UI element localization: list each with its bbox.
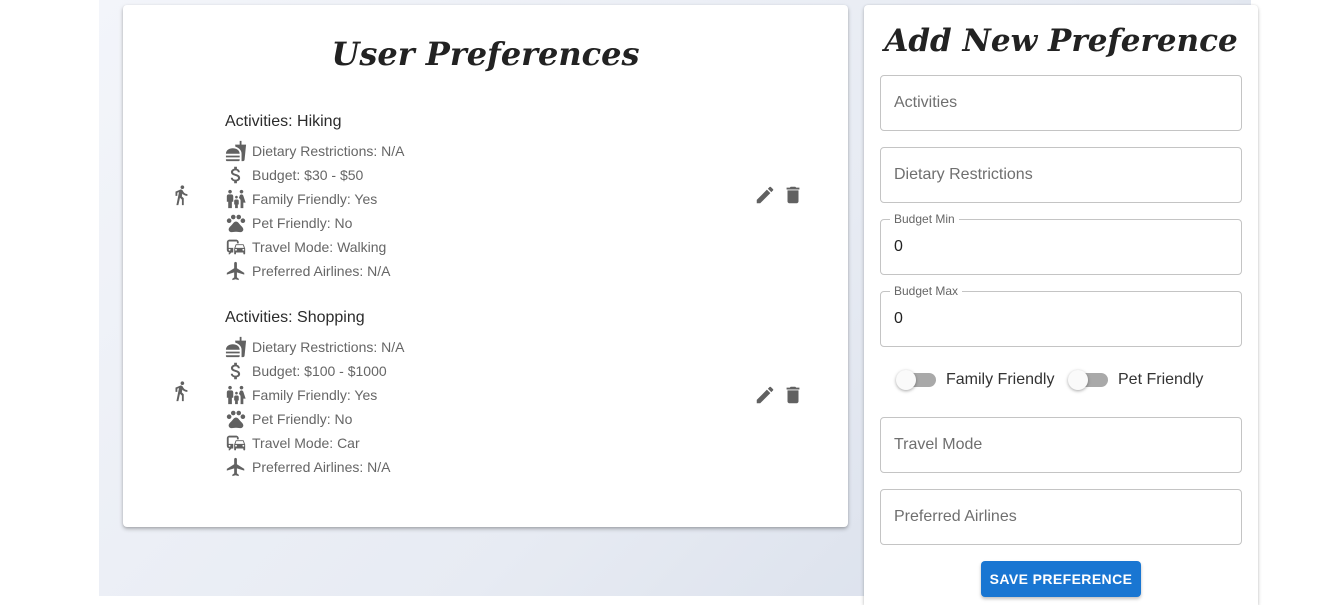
- family-text: Family Friendly: Yes: [252, 191, 378, 207]
- airlines-text: Preferred Airlines: N/A: [252, 459, 391, 475]
- activities-field[interactable]: Activities: [880, 75, 1242, 131]
- edit-icon[interactable]: [754, 384, 776, 406]
- budget-row: Budget: $30 - $50: [225, 163, 363, 187]
- dietary-restrictions-placeholder: Dietary Restrictions: [894, 166, 1033, 183]
- attach-money-icon: [225, 164, 247, 186]
- directions-run-icon: [170, 380, 192, 402]
- travel-row: Travel Mode: Walking: [225, 235, 386, 259]
- budget-row: Budget: $100 - $1000: [225, 359, 387, 383]
- travel-mode-field[interactable]: Travel Mode: [880, 417, 1242, 473]
- budget-text: Budget: $30 - $50: [252, 167, 364, 183]
- user-preferences-title: User Preferences: [331, 35, 640, 73]
- delete-icon[interactable]: [782, 384, 804, 406]
- user-preferences-card: User Preferences Activities: Hiking Diet…: [123, 5, 848, 527]
- toggle-row: Family Friendly Pet Friendly: [864, 367, 1258, 395]
- travel-mode-placeholder: Travel Mode: [894, 436, 983, 453]
- attach-money-icon: [225, 360, 247, 382]
- add-preference-title: Add New Preference: [884, 23, 1238, 59]
- travel-text: Travel Mode: Walking: [252, 239, 387, 255]
- dietary-row: Dietary Restrictions: N/A: [225, 139, 404, 163]
- pets-icon: [225, 212, 247, 234]
- family-row: Family Friendly: Yes: [225, 187, 377, 211]
- pet-text: Pet Friendly: No: [252, 215, 353, 231]
- dietary-restrictions-field[interactable]: Dietary Restrictions: [880, 147, 1242, 203]
- family-row: Family Friendly: Yes: [225, 383, 377, 407]
- dietary-text: Dietary Restrictions: N/A: [252, 143, 405, 159]
- fastfood-icon: [225, 336, 247, 358]
- flight-icon: [225, 260, 247, 282]
- pet-friendly-toggle[interactable]: Pet Friendly: [1068, 370, 1204, 390]
- travel-row: Travel Mode: Car: [225, 431, 360, 455]
- pet-row: Pet Friendly: No: [225, 407, 352, 431]
- budget-min-field[interactable]: Budget Min 0: [880, 212, 1242, 275]
- pets-icon: [225, 408, 247, 430]
- family-friendly-label: Family Friendly: [946, 371, 1055, 388]
- pet-row: Pet Friendly: No: [225, 211, 352, 235]
- budget-text: Budget: $100 - $1000: [252, 363, 387, 379]
- commute-icon: [225, 432, 247, 454]
- fastfood-icon: [225, 140, 247, 162]
- dietary-text: Dietary Restrictions: N/A: [252, 339, 405, 355]
- preferred-airlines-placeholder: Preferred Airlines: [894, 508, 1017, 525]
- airlines-row: Preferred Airlines: N/A: [225, 259, 391, 283]
- budget-max-field[interactable]: Budget Max 0: [880, 284, 1242, 347]
- airlines-row: Preferred Airlines: N/A: [225, 455, 391, 479]
- save-preference-button[interactable]: SAVE PREFERENCE: [981, 561, 1141, 597]
- budget-min-value: 0: [894, 238, 903, 255]
- family-friendly-switch[interactable]: [896, 370, 936, 390]
- budget-max-label: Budget Max: [890, 284, 963, 298]
- family-text: Family Friendly: Yes: [252, 387, 378, 403]
- family-icon: [225, 384, 247, 406]
- activities-placeholder: Activities: [894, 94, 958, 111]
- pet-friendly-label: Pet Friendly: [1118, 371, 1204, 388]
- preferred-airlines-field[interactable]: Preferred Airlines: [880, 489, 1242, 545]
- flight-icon: [225, 456, 247, 478]
- preference-actions: [754, 384, 804, 406]
- dietary-row: Dietary Restrictions: N/A: [225, 335, 404, 359]
- airlines-text: Preferred Airlines: N/A: [252, 263, 391, 279]
- pet-friendly-switch[interactable]: [1068, 370, 1108, 390]
- preference-activities: Activities: Shopping: [225, 309, 365, 326]
- preference-actions: [754, 184, 804, 206]
- directions-run-icon: [170, 184, 192, 206]
- commute-icon: [225, 236, 247, 258]
- pet-text: Pet Friendly: No: [252, 411, 353, 427]
- delete-icon[interactable]: [782, 184, 804, 206]
- travel-text: Travel Mode: Car: [252, 435, 360, 451]
- budget-max-value: 0: [894, 310, 903, 327]
- family-icon: [225, 188, 247, 210]
- preference-activities: Activities: Hiking: [225, 113, 342, 130]
- family-friendly-toggle[interactable]: Family Friendly: [896, 370, 1055, 390]
- add-preference-card: Add New Preference Activities Dietary Re…: [864, 5, 1258, 605]
- edit-icon[interactable]: [754, 184, 776, 206]
- budget-min-label: Budget Min: [890, 212, 959, 226]
